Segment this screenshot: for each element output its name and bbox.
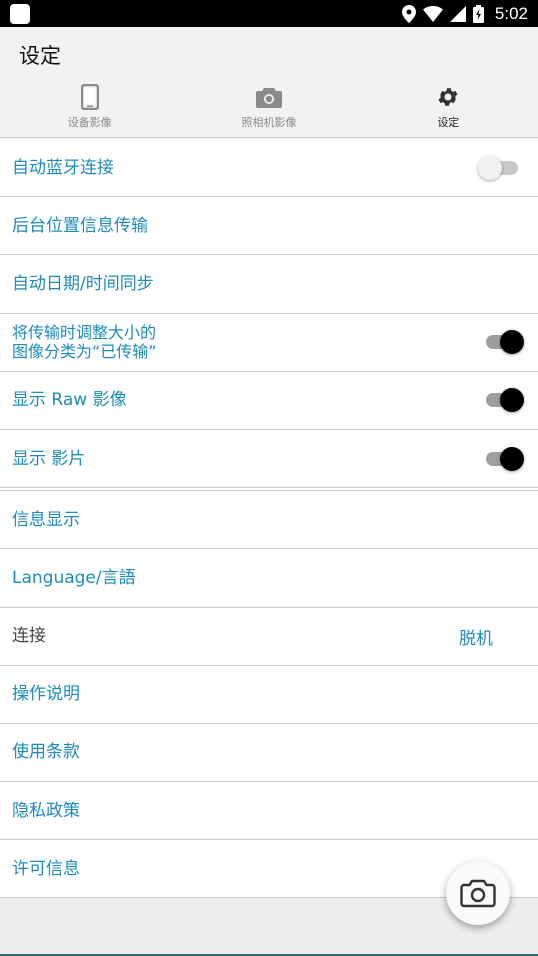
app-notification-icon <box>10 3 30 24</box>
setting-label: 后台位置信息传输 <box>12 215 148 236</box>
toggle-thumb <box>500 330 524 355</box>
setting-show-raw[interactable]: 显示 Raw 影像 <box>0 371 538 430</box>
gear-icon <box>435 84 461 110</box>
tab-settings[interactable]: 设定 <box>359 84 538 136</box>
tab-label: 设备影像 <box>67 116 112 129</box>
battery-icon <box>472 4 484 23</box>
tab-label: 设定 <box>437 116 460 129</box>
wifi-icon <box>422 5 443 22</box>
setting-label: 隐私政策 <box>12 800 80 821</box>
status-time: 5:02 <box>494 3 528 23</box>
setting-privacy[interactable]: 隐私政策 <box>0 782 538 841</box>
setting-label: 显示 Raw 影像 <box>12 390 127 411</box>
setting-auto-datetime[interactable]: 自动日期/时间同步 <box>0 255 538 314</box>
phone-icon <box>77 84 103 110</box>
tab-camera-images[interactable]: 照相机影像 <box>179 84 358 136</box>
toggle-thumb <box>500 446 524 471</box>
resize-transferred-toggle[interactable] <box>484 330 524 355</box>
camera-icon <box>255 84 282 110</box>
app-header: 设定 设备影像 照相机影像 设定 <box>0 27 538 138</box>
auto-bluetooth-toggle[interactable] <box>478 155 522 180</box>
status-bar: 5:02 <box>0 0 538 27</box>
setting-resize-transferred[interactable]: 将传输时调整大小的 图像分类为“已传输” <box>0 313 538 372</box>
setting-label: 使用条款 <box>12 742 80 763</box>
setting-label: 许可信息 <box>12 858 80 879</box>
setting-auto-bluetooth[interactable]: 自动蓝牙连接 <box>0 139 538 198</box>
tab-device-images[interactable]: 设备影像 <box>0 84 179 136</box>
setting-connection[interactable]: 连接 脱机 <box>0 607 538 666</box>
location-icon <box>401 4 416 23</box>
toggle-thumb <box>478 155 502 180</box>
camera-fab-button[interactable] <box>446 861 510 925</box>
setting-terms[interactable]: 使用条款 <box>0 723 538 783</box>
show-raw-toggle[interactable] <box>484 388 524 413</box>
setting-label: 将传输时调整大小的 图像分类为“已传输” <box>12 323 157 362</box>
setting-show-movies[interactable]: 显示 影片 <box>0 429 538 489</box>
tab-label: 照相机影像 <box>241 116 297 129</box>
setting-label: 显示 影片 <box>12 448 86 469</box>
page-title: 设定 <box>19 44 61 68</box>
setting-label: 信息显示 <box>12 509 80 530</box>
connection-status-value: 脱机 <box>459 628 493 649</box>
setting-instructions[interactable]: 操作说明 <box>0 665 538 724</box>
setting-label: 操作说明 <box>12 684 80 705</box>
setting-language[interactable]: Language/言語 <box>0 549 538 608</box>
toggle-thumb <box>500 388 524 413</box>
setting-label: 连接 <box>12 626 46 647</box>
camera-icon <box>460 879 496 908</box>
setting-label: 自动蓝牙连接 <box>12 157 114 178</box>
setting-background-location[interactable]: 后台位置信息传输 <box>0 197 538 256</box>
setting-label: Language/言語 <box>12 567 136 588</box>
setting-info-display[interactable]: 信息显示 <box>0 491 538 550</box>
setting-label: 自动日期/时间同步 <box>12 273 154 294</box>
settings-list: 自动蓝牙连接 后台位置信息传输 自动日期/时间同步 将传输时调整大小的 图像分类… <box>0 139 538 899</box>
show-movies-toggle[interactable] <box>484 446 524 471</box>
tab-bar: 设备影像 照相机影像 设定 <box>0 84 538 136</box>
signal-icon <box>449 5 466 22</box>
